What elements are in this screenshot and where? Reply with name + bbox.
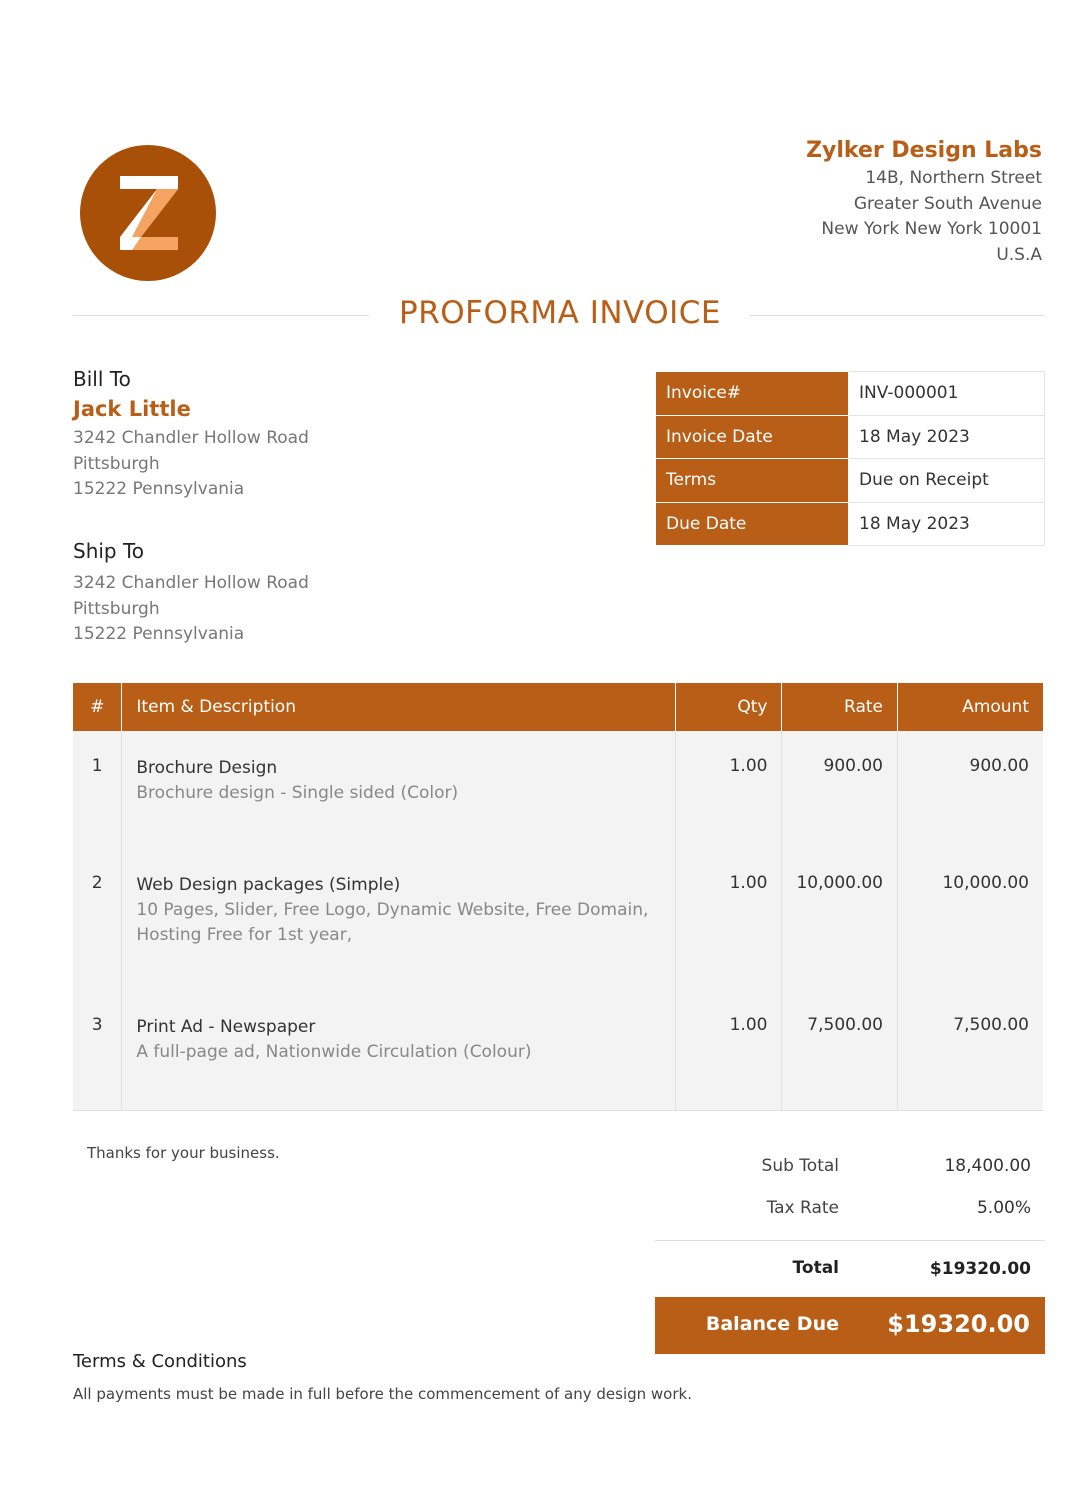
bill-to-heading: Bill To (73, 367, 131, 391)
address-line: 15222 Pennsylvania (73, 624, 245, 644)
company-address-line: 14B, Northern Street (865, 168, 1042, 188)
company-logo (80, 145, 216, 281)
row-item: Web Design packages (Simple) 10 Pages, S… (121, 848, 676, 990)
item-name: Brochure Design (136, 758, 278, 778)
col-header-rate: Rate (781, 683, 898, 731)
meta-label: Invoice Date (655, 414, 849, 459)
ship-to-address: 3242 Chandler Hollow Road Pittsburgh 152… (73, 571, 309, 648)
meta-row: Due Date 18 May 2023 (655, 501, 1045, 546)
meta-label: Due Date (655, 501, 849, 546)
company-address-line: U.S.A (996, 244, 1042, 265)
col-header-amount: Amount (897, 683, 1043, 731)
meta-value: INV-000001 (848, 371, 1045, 416)
address-line: Pittsburgh (73, 598, 160, 619)
total-value: $19320.00 (929, 1259, 1031, 1279)
meta-value: 18 May 2023 (848, 414, 1045, 459)
row-qty: 1.00 (675, 731, 782, 848)
invoice-meta-table: Invoice# INV-000001 Invoice Date 18 May … (655, 371, 1045, 546)
row-amount: 10,000.00 (897, 848, 1043, 990)
row-num: 2 (73, 848, 122, 990)
notes-text: Thanks for your business. (87, 1144, 280, 1162)
meta-row: Invoice Date 18 May 2023 (655, 414, 1045, 459)
items-table: # Item & Description Qty Rate Amount 1 B… (73, 683, 1043, 1111)
company-name: Zylker Design Labs (806, 138, 1042, 163)
row-amount: 900.00 (897, 731, 1043, 848)
row-qty: 1.00 (675, 848, 782, 990)
totals-divider (655, 1240, 1045, 1241)
meta-label: Terms (655, 458, 849, 503)
row-item: Brochure Design Brochure design - Single… (121, 731, 676, 848)
balance-due-label: Balance Due (705, 1313, 839, 1335)
sub-total-label: Sub Total (761, 1156, 839, 1176)
balance-due-bar: Balance Due $19320.00 (655, 1297, 1045, 1354)
title-rule-left (73, 315, 369, 316)
company-info: Zylker Design Labs 14B, Northern Street … (806, 136, 1042, 268)
balance-due-value: $19320.00 (887, 1310, 1030, 1338)
ship-to-heading: Ship To (73, 539, 145, 563)
col-header-num: # (73, 683, 122, 731)
bill-to-address: 3242 Chandler Hollow Road Pittsburgh 152… (73, 426, 309, 503)
terms-text: All payments must be made in full before… (73, 1385, 692, 1403)
items-header-row: # Item & Description Qty Rate Amount (73, 683, 1043, 731)
col-header-qty: Qty (675, 683, 782, 731)
address-line: 3242 Chandler Hollow Road (73, 428, 309, 448)
row-rate: 900.00 (781, 731, 898, 848)
company-address-line: Greater South Avenue (853, 193, 1042, 214)
z-logo-icon (120, 176, 178, 250)
row-item: Print Ad - Newspaper A full-page ad, Nat… (121, 990, 676, 1111)
meta-value: 18 May 2023 (848, 501, 1045, 546)
item-description: 10 Pages, Slider, Free Logo, Dynamic Web… (136, 900, 649, 920)
meta-label: Invoice# (655, 371, 849, 416)
item-description: Brochure design - Single sided (Color) (136, 783, 459, 803)
row-amount: 7,500.00 (897, 990, 1043, 1111)
title-rule-right (750, 315, 1045, 316)
item-description: A full-page ad, Nationwide Circulation (… (136, 1042, 532, 1062)
item-name: Web Design packages (Simple) (136, 875, 401, 895)
table-row: 3 Print Ad - Newspaper A full-page ad, N… (73, 990, 1043, 1111)
row-rate: 7,500.00 (781, 990, 898, 1111)
item-description: Hosting Free for 1st year, (136, 925, 353, 945)
row-qty: 1.00 (675, 990, 782, 1111)
meta-value: Due on Receipt (848, 458, 1045, 503)
total-label: Total (792, 1258, 839, 1278)
address-line: Pittsburgh (73, 453, 160, 474)
meta-row: Terms Due on Receipt (655, 458, 1045, 503)
meta-row: Invoice# INV-000001 (655, 371, 1045, 416)
sub-total-value: 18,400.00 (944, 1156, 1031, 1176)
document-title: PROFORMA INVOICE (399, 295, 721, 331)
table-row: 2 Web Design packages (Simple) 10 Pages,… (73, 848, 1043, 990)
row-num: 3 (73, 990, 122, 1111)
table-row: 1 Brochure Design Brochure design - Sing… (73, 731, 1043, 848)
tax-rate-value: 5.00% (976, 1198, 1031, 1218)
terms-title: Terms & Conditions (73, 1351, 247, 1372)
bill-to-name: Jack Little (73, 397, 191, 421)
address-line: 15222 Pennsylvania (73, 479, 245, 499)
address-line: 3242 Chandler Hollow Road (73, 573, 309, 593)
tax-rate-label: Tax Rate (766, 1198, 839, 1218)
row-rate: 10,000.00 (781, 848, 898, 990)
row-num: 1 (73, 731, 122, 848)
col-header-item: Item & Description (121, 683, 676, 731)
company-address-line: New York New York 10001 (821, 219, 1042, 239)
item-name: Print Ad - Newspaper (136, 1017, 316, 1037)
